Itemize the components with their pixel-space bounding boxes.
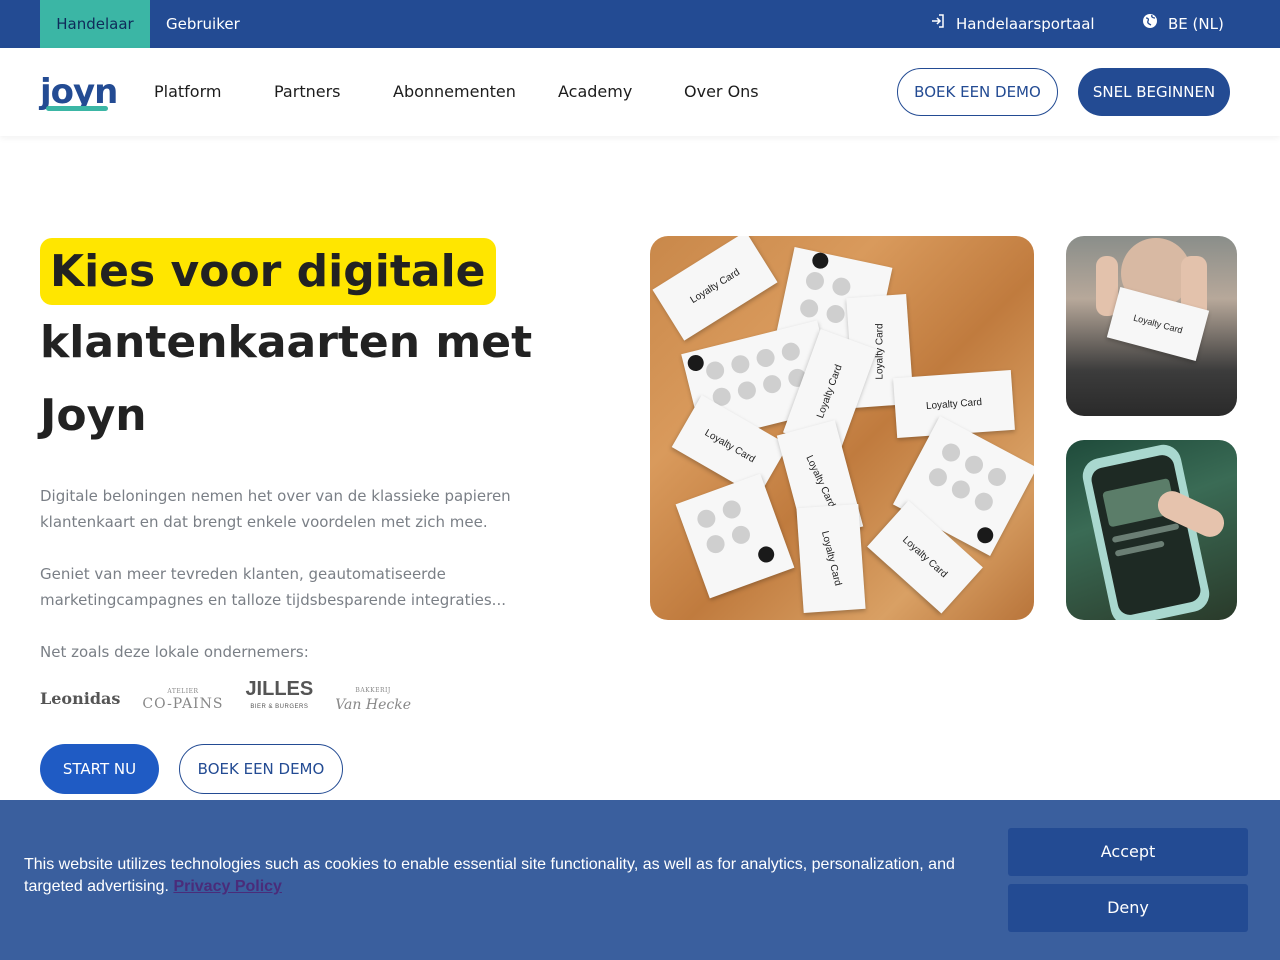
vanhecke-logo: BAKKERIJ Van Hecke xyxy=(335,684,411,712)
app-line xyxy=(1111,523,1180,544)
loyalty-card-label: Loyalty Card xyxy=(818,529,844,588)
loyalty-card-label: Loyalty Card xyxy=(803,453,837,509)
nav-item-about[interactable]: Over Ons xyxy=(684,48,759,136)
logo-underline xyxy=(46,106,108,111)
card-logo-icon xyxy=(686,353,706,373)
hero-paragraph-3: Net zoals deze lokale ondernemers: xyxy=(40,643,309,661)
card-logo-icon xyxy=(810,251,830,271)
start-now-button[interactable]: START NU xyxy=(40,744,159,794)
nav-item-partners[interactable]: Partners xyxy=(274,48,340,136)
hero-book-demo-button[interactable]: BOEK EEN DEMO xyxy=(179,744,343,794)
card-logo-icon xyxy=(974,524,997,547)
privacy-policy-link[interactable]: Privacy Policy xyxy=(173,878,282,895)
hero-title-line2: klantenkaarten met xyxy=(40,317,533,368)
hero-title-line3: Joyn xyxy=(40,390,147,441)
nav-item-academy[interactable]: Academy xyxy=(558,48,632,136)
cookie-accept-button[interactable]: Accept xyxy=(1008,828,1248,876)
book-demo-button[interactable]: BOEK EEN DEMO xyxy=(897,68,1058,116)
jilles-logo-small: BIER & BURGERS xyxy=(250,704,309,710)
loyalty-card xyxy=(675,473,795,599)
loyalty-card-label: Loyalty Card xyxy=(815,362,845,420)
copains-logo-main: CO-PAINS xyxy=(142,696,224,712)
loyalty-card-label: Loyalty Card xyxy=(688,266,742,306)
loyalty-card: Loyalty Card xyxy=(796,503,866,614)
vanhecke-logo-small: BAKKERIJ xyxy=(355,687,391,694)
leonidas-logo: Leonidas xyxy=(40,688,121,708)
language-selector[interactable]: BE (NL) xyxy=(1142,0,1224,48)
phone-device xyxy=(1079,441,1213,620)
loyalty-card-label: Loyalty Card xyxy=(702,427,758,465)
login-icon xyxy=(930,0,946,48)
cookie-message: This website utilizes technologies such … xyxy=(24,854,984,898)
loyalty-cards-photo: Loyalty Card Loyalty Card Loyalty Card L… xyxy=(650,236,1034,620)
jilles-logo: JILLES BIER & BURGERS xyxy=(245,678,314,716)
loyalty-card-label: Loyalty Card xyxy=(925,396,983,412)
hero-title-highlight: Kies voor digitale xyxy=(40,238,496,305)
phone-screen xyxy=(1089,452,1203,618)
cookie-deny-button[interactable]: Deny xyxy=(1008,884,1248,932)
hero-paragraph-1: Digitale beloningen nemen het over van d… xyxy=(40,487,511,531)
tab-merchant[interactable]: Handelaar xyxy=(40,0,150,48)
nav-item-platform[interactable]: Platform xyxy=(154,48,221,136)
merchant-portal-label: Handelaarsportaal xyxy=(956,15,1095,33)
main-navigation: joyn Platform Partners Abonnementen Acad… xyxy=(0,48,1280,136)
card-logo-icon xyxy=(755,544,777,565)
phone-app-photo xyxy=(1066,440,1237,620)
loyalty-card: Loyalty Card xyxy=(652,236,778,341)
joyn-logo[interactable]: joyn xyxy=(40,74,118,110)
quick-start-button[interactable]: SNEL BEGINNEN xyxy=(1078,68,1230,116)
globe-icon xyxy=(1142,0,1158,48)
top-utility-bar: Handelaar Gebruiker Handelaarsportaal BE… xyxy=(0,0,1280,48)
loyalty-card-label: Loyalty Card xyxy=(1132,312,1184,336)
hero-paragraph-2: Geniet van meer tevreden klanten, geauto… xyxy=(40,565,506,609)
vanhecke-logo-main: Van Hecke xyxy=(335,697,411,713)
partner-logos: Leonidas ATELIER CO-PAINS JILLES BIER & … xyxy=(40,678,411,716)
cookie-text: This website utilizes technologies such … xyxy=(24,856,955,895)
tab-user[interactable]: Gebruiker xyxy=(150,0,256,48)
merchant-portal-link[interactable]: Handelaarsportaal xyxy=(930,0,1095,48)
person-holding-card-photo: Loyalty Card xyxy=(1066,236,1237,416)
app-line xyxy=(1114,540,1165,557)
nav-item-subscriptions[interactable]: Abonnementen xyxy=(393,48,516,136)
language-label: BE (NL) xyxy=(1168,15,1224,33)
copains-logo: ATELIER CO-PAINS xyxy=(142,685,223,711)
jilles-logo-main: JILLES xyxy=(245,678,314,700)
loyalty-card-label: Loyalty Card xyxy=(900,534,950,580)
